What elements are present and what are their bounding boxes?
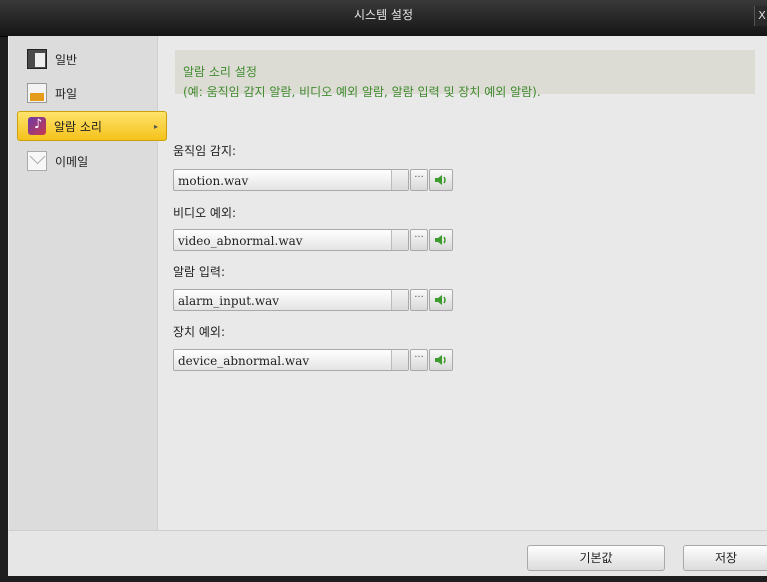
dropdown-icon [391, 230, 408, 250]
alarm-input-select[interactable]: alarm_input.wav [173, 289, 409, 311]
sidebar-item-email[interactable]: 이메일 [17, 148, 163, 174]
select-value: motion.wav [178, 174, 249, 188]
motion-detection-label: 움직임 감지: [173, 144, 237, 158]
play-sound-button[interactable] [429, 289, 453, 311]
play-sound-button[interactable] [429, 349, 453, 371]
default-button[interactable]: 기본값 [527, 545, 665, 571]
close-button[interactable]: X [754, 6, 767, 26]
sidebar-item-label: 이메일 [55, 154, 89, 169]
browse-button[interactable]: ··· [410, 349, 428, 371]
dropdown-icon [391, 350, 408, 370]
motion-detection-select[interactable]: motion.wav [173, 169, 409, 191]
file-icon [27, 83, 47, 103]
sidebar-item-file[interactable]: 파일 [17, 80, 163, 106]
sidebar-item-label: 파일 [55, 86, 78, 101]
settings-dialog: 일반 파일 알람 소리 ▸ 이메일 알람 소리 설정 (예: 움직임 감지 알람… [8, 36, 767, 576]
select-value: video_abnormal.wav [178, 234, 303, 248]
info-title: 알람 소리 설정 [183, 65, 257, 79]
window-titlebar: 시스템 설정 X [0, 0, 767, 37]
envelope-icon [27, 151, 47, 171]
speaker-icon [435, 175, 446, 185]
play-sound-button[interactable] [429, 169, 453, 191]
info-box: 알람 소리 설정 (예: 움직임 감지 알람, 비디오 예외 알람, 알람 입력… [175, 50, 755, 99]
select-value: device_abnormal.wav [178, 354, 310, 368]
video-exception-select[interactable]: video_abnormal.wav [173, 229, 409, 251]
dropdown-icon [391, 290, 408, 310]
browse-button[interactable]: ··· [410, 229, 428, 251]
info-description: (예: 움직임 감지 알람, 비디오 예외 알람, 알람 입력 및 장치 예외 … [183, 85, 541, 99]
device-exception-label: 장치 예외: [173, 325, 226, 339]
dropdown-icon [391, 170, 408, 190]
chevron-right-icon: ▸ [153, 121, 158, 131]
device-exception-select[interactable]: device_abnormal.wav [173, 349, 409, 371]
sidebar-item-label: 알람 소리 [54, 119, 102, 134]
sidebar-item-general[interactable]: 일반 [17, 46, 163, 72]
general-settings-icon [27, 49, 47, 69]
window-title: 시스템 설정 [353, 8, 413, 22]
music-note-icon [28, 117, 46, 135]
select-value: alarm_input.wav [178, 294, 280, 308]
speaker-icon [435, 235, 446, 245]
speaker-icon [435, 295, 446, 305]
footer: 기본값 저장 [8, 531, 767, 576]
alarm-input-label: 알람 입력: [173, 265, 226, 279]
browse-button[interactable]: ··· [410, 169, 428, 191]
play-sound-button[interactable] [429, 229, 453, 251]
browse-button[interactable]: ··· [410, 289, 428, 311]
video-exception-label: 비디오 예외: [173, 206, 237, 220]
sidebar-item-alarm-sound[interactable]: 알람 소리 ▸ [17, 111, 167, 141]
sidebar-item-label: 일반 [55, 52, 78, 67]
save-button[interactable]: 저장 [683, 545, 767, 571]
sidebar: 일반 파일 알람 소리 ▸ 이메일 [9, 36, 167, 530]
speaker-icon [435, 355, 446, 365]
